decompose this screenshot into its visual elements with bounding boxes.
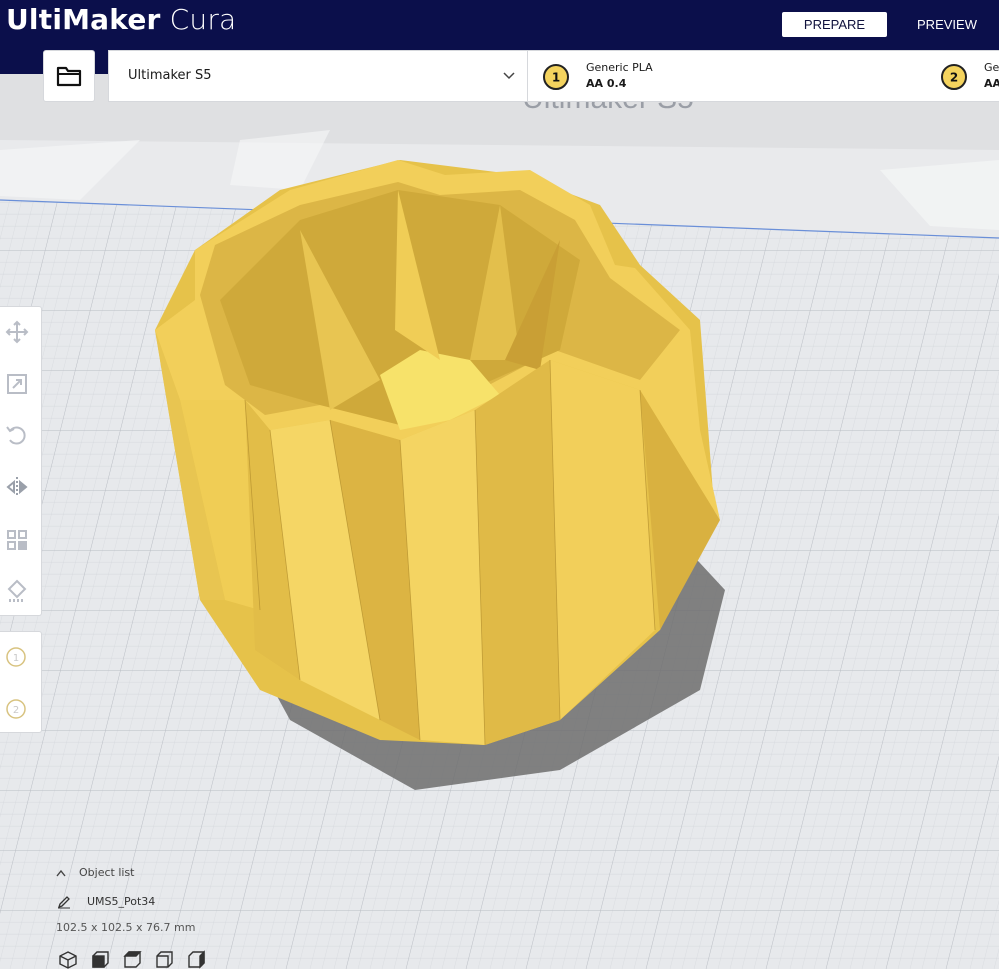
build-plate-scene: Ultimaker S5 [0,74,999,969]
chevron-up-icon [56,869,66,877]
printer-selector[interactable]: Ultimaker S5 [108,50,528,102]
front-view-icon[interactable] [89,950,111,969]
extruder-selector[interactable]: 1 Generic PLA AA 0.4 2 Generic PLA AA 0.… [527,50,999,102]
object-list-toggle[interactable]: Object list [55,866,134,879]
extruder-2-core: AA 0.4 [984,77,999,90]
extruder-2-badge-icon: 2 [941,64,967,90]
object-name: UMS5_Pot34 [87,895,156,908]
logo-light-text: Cura [160,3,237,36]
3d-viewport[interactable]: Ultimaker S5 [0,74,999,969]
mirror-icon[interactable] [4,474,30,500]
3d-view-icon[interactable] [57,950,79,969]
support-blocker-icon[interactable] [4,578,30,604]
extruder-2-config[interactable]: 2 Generic PLA AA 0.4 [926,51,999,101]
svg-text:2: 2 [13,705,19,716]
rotate-icon[interactable] [4,422,30,448]
extruder-quick-panel: 1 2 [0,631,42,733]
object-list-item[interactable]: UMS5_Pot34 [57,895,155,909]
extruder-1-core: AA 0.4 [586,77,627,90]
extruder-1-quick-icon[interactable]: 1 [5,646,27,668]
right-view-icon[interactable] [185,950,207,969]
edit-icon [57,896,70,909]
extruder-1-material: Generic PLA [586,61,653,74]
extruder-1-config[interactable]: 1 Generic PLA AA 0.4 [528,51,928,101]
per-model-settings-icon[interactable] [4,527,30,553]
logo-bold-text: UltiMaker [6,3,161,36]
scale-icon[interactable] [4,371,30,397]
object-dimensions: 102.5 x 102.5 x 76.7 mm [56,921,196,934]
svg-text:2: 2 [950,71,958,85]
printer-name: Ultimaker S5 [128,68,212,83]
left-view-icon[interactable] [153,950,175,969]
svg-text:1: 1 [552,71,560,85]
svg-text:1: 1 [13,653,19,664]
folder-icon [56,66,82,87]
chevron-down-icon [503,72,515,80]
preview-stage-button[interactable]: PREVIEW [904,12,990,37]
extruder-2-quick-icon[interactable]: 2 [5,698,27,720]
extruder-1-badge-icon: 1 [543,64,569,90]
top-view-icon[interactable] [121,950,143,969]
move-icon[interactable] [4,319,30,345]
object-list-label: Object list [79,866,135,879]
tool-panel [0,306,42,616]
prepare-stage-button[interactable]: PREPARE [782,12,887,37]
extruder-2-material: Generic PLA [984,61,999,74]
object-list: Object list UMS5_Pot34 102.5 x 102.5 x 7… [55,862,315,969]
open-file-button[interactable] [43,50,95,102]
app-logo: UltiMaker Cura [6,3,236,36]
